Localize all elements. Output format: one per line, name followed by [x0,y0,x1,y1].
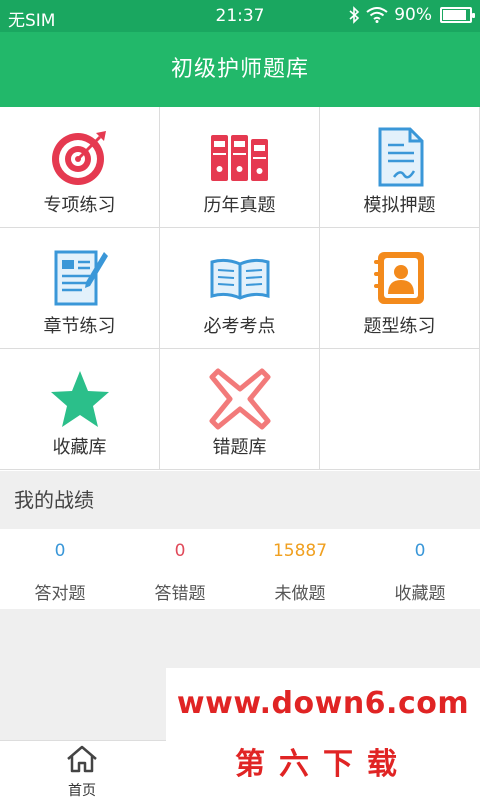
stat-favorited[interactable]: 0 收藏题 [360,529,480,609]
record-section-title: 我的战绩 [0,471,480,529]
status-bar: 无SIM 21:37 90% [0,0,480,32]
menu-item-label: 章节练习 [43,316,116,337]
battery-icon [440,7,475,23]
menu-item-question-types[interactable]: 题型练习 [320,228,480,349]
watermark-url: www.down6.com [176,686,470,721]
stat-correct[interactable]: 0 答对题 [0,529,120,609]
menu-item-favorites[interactable]: 收藏库 [0,349,160,470]
document-pen-icon [378,127,423,187]
menu-item-label: 题型练习 [363,316,436,337]
menu-item-chapter-practice[interactable]: 章节练习 [0,228,160,349]
menu-item-wrong-answers[interactable]: 错题库 [160,349,320,470]
stat-value: 0 [174,541,186,561]
stat-value: 0 [414,541,426,561]
stat-wrong[interactable]: 0 答错题 [120,529,240,609]
nav-home-label: 首页 [68,783,96,799]
page-title: 初级护师题库 [0,32,480,107]
empty-cell [320,349,480,470]
menu-item-label: 专项练习 [43,195,116,216]
star-icon [50,371,109,427]
target-icon [51,131,106,185]
menu-item-key-points[interactable]: 必考考点 [160,228,320,349]
binders-icon [210,135,268,181]
notepad-pencil-icon [54,250,108,306]
stat-value: 15887 [272,541,328,561]
home-icon [67,745,97,773]
menu-item-label: 收藏库 [52,437,107,458]
menu-item-label: 必考考点 [203,316,276,337]
stat-label: 答错题 [154,584,206,604]
cross-icon [209,368,270,430]
stats-panel: 0 答对题 0 答错题 15887 未做题 0 收藏题 [0,529,480,609]
menu-item-label: 错题库 [212,437,267,458]
stat-label: 答对题 [34,584,86,604]
menu-item-label: 历年真题 [203,195,276,216]
bluetooth-icon [349,6,360,24]
battery-percent: 90% [394,5,432,25]
stat-value: 0 [54,541,66,561]
menu-grid: 专项练习 历年真题 模拟押题 章节练习 必考考点 题型练习 收藏库 错题库 [0,107,480,471]
watermark-brand: 第六下载 [235,747,411,782]
nav-home-button[interactable]: 首页 [52,744,112,800]
menu-item-mock-exam[interactable]: 模拟押题 [320,107,480,228]
open-book-icon [210,258,269,300]
watermark: www.down6.com 第六下载 [166,668,480,800]
stat-undone[interactable]: 15887 未做题 [240,529,360,609]
menu-item-special-practice[interactable]: 专项练习 [0,107,160,228]
contact-book-icon [373,252,424,304]
menu-item-label: 模拟押题 [363,195,436,216]
stat-label: 收藏题 [394,584,446,604]
menu-item-past-exams[interactable]: 历年真题 [160,107,320,228]
wifi-icon [366,7,388,23]
stat-label: 未做题 [274,584,326,604]
